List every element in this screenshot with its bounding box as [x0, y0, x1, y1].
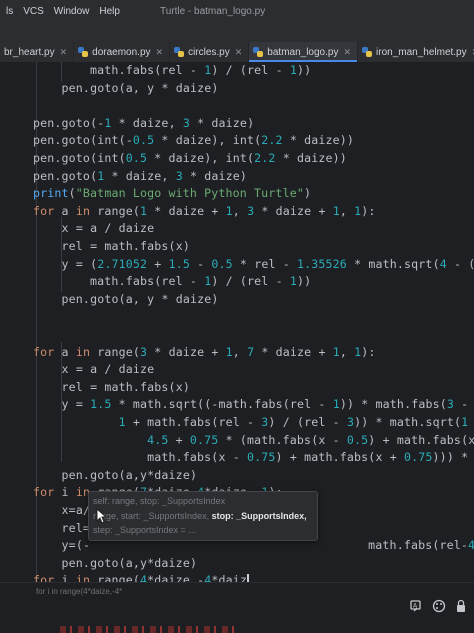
- code-line[interactable]: pen.goto(int(-0.5 * daize), int(2.2 * da…: [33, 132, 354, 149]
- python-file-icon: [78, 47, 89, 57]
- code-line[interactable]: pen.goto(a, y * daize): [33, 291, 219, 308]
- editor-gutter[interactable]: [0, 62, 26, 582]
- menu-item-ls[interactable]: ls: [6, 6, 13, 17]
- code-line[interactable]: x = a / daize: [33, 220, 155, 237]
- code-line[interactable]: rel = math.fabs(x): [33, 379, 190, 396]
- lock-icon[interactable]: [454, 599, 468, 613]
- close-icon[interactable]: ✕: [235, 47, 243, 58]
- mouse-pointer-icon: [96, 508, 108, 524]
- code-line[interactable]: x = a / daize: [33, 361, 155, 378]
- code-line[interactable]: pen.goto(-1 * daize, 3 * daize): [33, 115, 254, 132]
- code-line[interactable]: rel=: [33, 520, 90, 537]
- code-line[interactable]: math.fabs(x - 0.75) + math.fabs(x + 0.75…: [33, 449, 474, 466]
- status-bar: for i in range(4*daize,-4* A: [0, 582, 474, 633]
- tab-label: br_heart.py: [4, 46, 55, 58]
- code-line[interactable]: for a in range(3 * daize + 1, 7 * daize …: [33, 344, 376, 361]
- tab-br-heart[interactable]: br_heart.py ✕: [0, 42, 75, 62]
- tab-label: iron_man_helmet.py: [376, 46, 467, 58]
- python-file-icon: [362, 47, 373, 57]
- breadcrumb[interactable]: for i in range(4*daize,-4*: [36, 587, 122, 596]
- code-line[interactable]: pen.goto(a,y*daize): [33, 555, 197, 572]
- code-line[interactable]: pen.goto(a,y*daize): [33, 467, 197, 484]
- tab-iron-man-helmet[interactable]: iron_man_helmet.py ✕: [358, 42, 474, 62]
- code-line[interactable]: math.fabs(rel - 1) / (rel - 1)): [33, 62, 311, 79]
- tab-label: circles.py: [188, 46, 230, 58]
- menu-item-help[interactable]: Help: [99, 6, 120, 17]
- code-line[interactable]: 4.5 + 0.75 * (math.fabs(x - 0.5) + math.…: [33, 432, 474, 449]
- code-line[interactable]: rel = math.fabs(x): [33, 238, 190, 255]
- close-icon[interactable]: ✕: [156, 47, 164, 58]
- tab-circles[interactable]: circles.py ✕: [170, 42, 250, 62]
- parameter-info-popup: self: range, stop: _SupportsIndex range,…: [88, 491, 318, 541]
- popup-signature-2-start: range, start: _SupportsIndex,: [93, 511, 210, 521]
- window-title: Turtle - batman_logo.py: [159, 5, 266, 17]
- popup-signature-3: step: _SupportsIndex = ...: [93, 525, 196, 535]
- tab-label: batman_logo.py: [267, 46, 339, 58]
- code-line[interactable]: print("Batman Logo with Python Turtle"): [33, 185, 311, 202]
- paint-icon[interactable]: [432, 599, 446, 613]
- python-file-icon: [253, 47, 264, 57]
- menu-bar: ls VCS Window Help Turtle - batman_logo.…: [0, 0, 474, 22]
- popup-signature-2: range, start: _SupportsIndex, stop: _Sup…: [93, 511, 307, 521]
- code-line[interactable]: 1 + math.fabs(rel - 3) / (rel - 3)) * ma…: [33, 414, 474, 431]
- tab-label: doraemon.py: [92, 46, 151, 58]
- python-file-icon: [174, 47, 185, 57]
- text-cursor: [247, 574, 250, 582]
- code-line[interactable]: pen.goto(int(0.5 * daize), int(2.2 * dai…: [33, 150, 347, 167]
- code-line[interactable]: for a in range(1 * daize + 1, 3 * daize …: [33, 203, 376, 220]
- menu-item-vcs[interactable]: VCS: [23, 6, 44, 17]
- code-line[interactable]: pen.goto(a, y * daize): [33, 80, 219, 97]
- code-line[interactable]: y = 1.5 * math.sqrt((-math.fabs(rel - 1)…: [33, 396, 474, 413]
- tab-doraemon[interactable]: doraemon.py ✕: [74, 42, 171, 62]
- editor-tab-bar: br_heart.py ✕ doraemon.py ✕ circles.py ✕…: [0, 42, 474, 63]
- tab-batman-logo[interactable]: batman_logo.py ✕: [249, 42, 359, 62]
- code-line[interactable]: y = (2.71052 + 1.5 - 0.5 * rel - 1.35526…: [33, 256, 474, 273]
- toolbar-area: [0, 22, 474, 42]
- translate-icon[interactable]: A: [410, 599, 424, 613]
- code-line[interactable]: pen.goto(1 * daize, 3 * daize): [33, 168, 247, 185]
- popup-signature-1: self: range, stop: _SupportsIndex: [93, 496, 226, 506]
- close-icon[interactable]: ✕: [60, 47, 68, 58]
- code-line[interactable]: for i in range(4*daize,-4*daiz: [33, 572, 250, 582]
- close-icon[interactable]: ✕: [343, 47, 351, 58]
- popup-current-param: stop: _SupportsIndex,: [211, 511, 307, 521]
- code-line[interactable]: math.fabs(rel - 1) / (rel - 1)): [33, 273, 311, 290]
- menu-item-window[interactable]: Window: [54, 6, 90, 17]
